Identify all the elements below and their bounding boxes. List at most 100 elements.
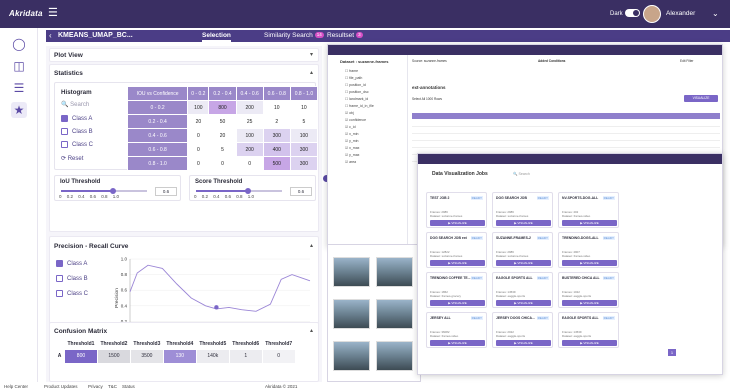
- heatmap-cell[interactable]: 500: [262, 156, 291, 171]
- heatmap-cell[interactable]: 100: [289, 128, 319, 143]
- catalog-icon[interactable]: ☰: [11, 80, 27, 96]
- job-card[interactable]: TRENDING COFFEE TE... READY Frames: 1862 Da…: [426, 272, 487, 308]
- field-item[interactable]: ☑ area: [345, 160, 356, 164]
- plot-view-section[interactable]: Plot View ▾: [49, 48, 319, 62]
- job-card[interactable]: EAGGLE SPORTS ALL READY Frames: 14539 Datas…: [558, 312, 619, 348]
- field-item[interactable]: ☑ x_min: [345, 132, 358, 136]
- theme-toggle[interactable]: [625, 9, 640, 17]
- cm-cell[interactable]: 3500: [129, 348, 164, 364]
- heatmap-cell[interactable]: 200: [235, 142, 264, 157]
- heatmap-cell[interactable]: 300: [262, 128, 291, 143]
- field-item[interactable]: ☑ y_max: [345, 153, 359, 157]
- thumbnail-image[interactable]: [376, 257, 413, 287]
- field-item[interactable]: ☐ position_dsc: [345, 90, 369, 94]
- heatmap-cell[interactable]: 20: [187, 114, 210, 129]
- tc-link[interactable]: T&C: [108, 384, 117, 389]
- job-card[interactable]: JERSEY ALL READY Frames: 36082 Dataset: fra…: [426, 312, 487, 348]
- field-item[interactable]: ☐ frame_id_in_file: [345, 104, 374, 108]
- visualize-button[interactable]: ▶ VISUALIZE: [562, 300, 617, 306]
- chevron-up-icon[interactable]: ▴: [310, 69, 313, 76]
- pagination-page[interactable]: 1: [668, 349, 676, 356]
- score-threshold-input[interactable]: 0.6: [290, 187, 312, 196]
- job-card[interactable]: SUZANNE-FRAMES-2 READY Frames: 2986 Dataset…: [492, 232, 553, 268]
- tab-similarity-search[interactable]: Similarity Search 14: [264, 31, 324, 42]
- iou-threshold-slider[interactable]: [61, 188, 147, 194]
- visualize-button[interactable]: ▶ VISUALIZE: [430, 260, 485, 266]
- visualize-button[interactable]: ▶ VISUALIZE: [430, 340, 485, 346]
- visualize-button[interactable]: ▶ VISUALIZE: [496, 340, 551, 346]
- field-item[interactable]: ☑ c_id: [345, 125, 356, 129]
- heatmap-cell[interactable]: 25: [235, 114, 264, 129]
- datasets-icon[interactable]: ◫: [11, 58, 27, 74]
- user-icon[interactable]: ◯: [11, 36, 27, 52]
- visualize-button[interactable]: ▶ VISUALIZE: [562, 260, 617, 266]
- table-row[interactable]: [412, 135, 720, 141]
- visualize-button[interactable]: ▶ VISUALIZE: [496, 220, 551, 226]
- heatmap-cell[interactable]: 20: [208, 128, 237, 143]
- job-card[interactable]: DOG SEARCH JOB ext READY Frames: 12822 Data…: [426, 232, 487, 268]
- heatmap-cell[interactable]: 100: [235, 128, 264, 143]
- cm-cell[interactable]: 1500: [96, 348, 131, 364]
- visualize-button[interactable]: ▶ VISUALIZE: [562, 340, 617, 346]
- pr-class-c-checkbox[interactable]: Class C: [56, 290, 88, 297]
- pr-class-b-checkbox[interactable]: Class B: [56, 275, 88, 282]
- field-item[interactable]: ☐ landmark_id: [345, 97, 368, 101]
- search-input[interactable]: 🔍 Search: [61, 101, 89, 108]
- heatmap-cell[interactable]: 2: [262, 114, 291, 129]
- help-center-link[interactable]: Help Center: [4, 384, 28, 389]
- visualize-button[interactable]: ▶ VISUALIZE: [562, 220, 617, 226]
- heatmap-cell[interactable]: 200: [235, 100, 264, 115]
- back-icon[interactable]: ‹: [49, 31, 52, 40]
- chevron-up-icon[interactable]: ▴: [310, 327, 313, 334]
- job-card[interactable]: BUSTERED CHICA ALL READY Frames: 1022 Datas…: [558, 272, 619, 308]
- status-link[interactable]: Status: [122, 384, 135, 389]
- heatmap-cell[interactable]: 50: [208, 114, 237, 129]
- jobs-search-input[interactable]: 🔍 Search: [513, 172, 530, 176]
- thumbnail-image[interactable]: [333, 299, 370, 329]
- visualize-button[interactable]: ▶ VISUALIZE: [430, 220, 485, 226]
- field-item[interactable]: ☑ obj: [345, 111, 354, 115]
- job-card[interactable]: EAGGLE SPORTS ALL READY Frames: 14539 Datas…: [492, 272, 553, 308]
- heatmap-cell[interactable]: 0: [208, 156, 237, 171]
- avatar[interactable]: [643, 5, 661, 23]
- tab-resultset[interactable]: Resultset 3: [327, 31, 363, 42]
- iou-threshold-input[interactable]: 0.6: [155, 187, 177, 196]
- workflow-icon[interactable]: ★: [11, 102, 27, 118]
- menu-icon[interactable]: ☰: [48, 8, 58, 19]
- class-a-checkbox[interactable]: Class A: [61, 115, 92, 122]
- thumbnail-image[interactable]: [376, 341, 413, 371]
- cm-cell[interactable]: 130: [162, 348, 197, 364]
- field-item[interactable]: ☐ position_id: [345, 83, 366, 87]
- user-name[interactable]: Alexander: [666, 10, 695, 17]
- visualize-button[interactable]: ▶ VISUALIZE: [430, 300, 485, 306]
- heatmap-cell[interactable]: 0: [235, 156, 264, 171]
- table-row[interactable]: [412, 142, 720, 148]
- chevron-down-icon[interactable]: ⌄: [712, 9, 719, 18]
- field-item[interactable]: ☑ confidence: [345, 118, 366, 122]
- edit-filter-button[interactable]: Edit Filter: [680, 59, 693, 63]
- privacy-link[interactable]: Privacy: [88, 384, 103, 389]
- thumbnail-image[interactable]: [333, 257, 370, 287]
- heatmap-cell[interactable]: 0: [187, 156, 210, 171]
- heatmap-cell[interactable]: 300: [289, 142, 319, 157]
- cm-cell[interactable]: 140k: [195, 348, 230, 364]
- job-card[interactable]: JERSEY DOGS CHICA... READY Frames: 2022 Dat…: [492, 312, 553, 348]
- heatmap-cell[interactable]: 5: [289, 114, 319, 129]
- select-all-checkbox[interactable]: Select All 1000 Rows: [412, 97, 442, 101]
- field-item[interactable]: ☐ file_path: [345, 76, 362, 80]
- heatmap-cell[interactable]: 5: [208, 142, 237, 157]
- chevron-down-icon[interactable]: ▾: [310, 51, 313, 58]
- field-item[interactable]: ☐ frame: [345, 69, 358, 73]
- heatmap-cell[interactable]: 800: [208, 100, 237, 115]
- class-c-checkbox[interactable]: Class C: [61, 141, 93, 148]
- table-row[interactable]: [412, 121, 720, 127]
- field-item[interactable]: ☑ y_min: [345, 139, 358, 143]
- cm-cell[interactable]: 800: [64, 348, 98, 364]
- score-threshold-slider[interactable]: [196, 188, 282, 194]
- heatmap-cell[interactable]: 0: [187, 142, 210, 157]
- job-card[interactable]: NV-SPORTS-DOG-ALL READY Frames: 402 Dataset…: [558, 192, 619, 228]
- heatmap-cell[interactable]: 300: [289, 156, 319, 171]
- job-card[interactable]: DOG SEARCH JOB READY Frames: 2986 Dataset: …: [492, 192, 553, 228]
- heatmap-cell[interactable]: 10: [262, 100, 291, 115]
- visualize-button[interactable]: ▶ VISUALIZE: [496, 260, 551, 266]
